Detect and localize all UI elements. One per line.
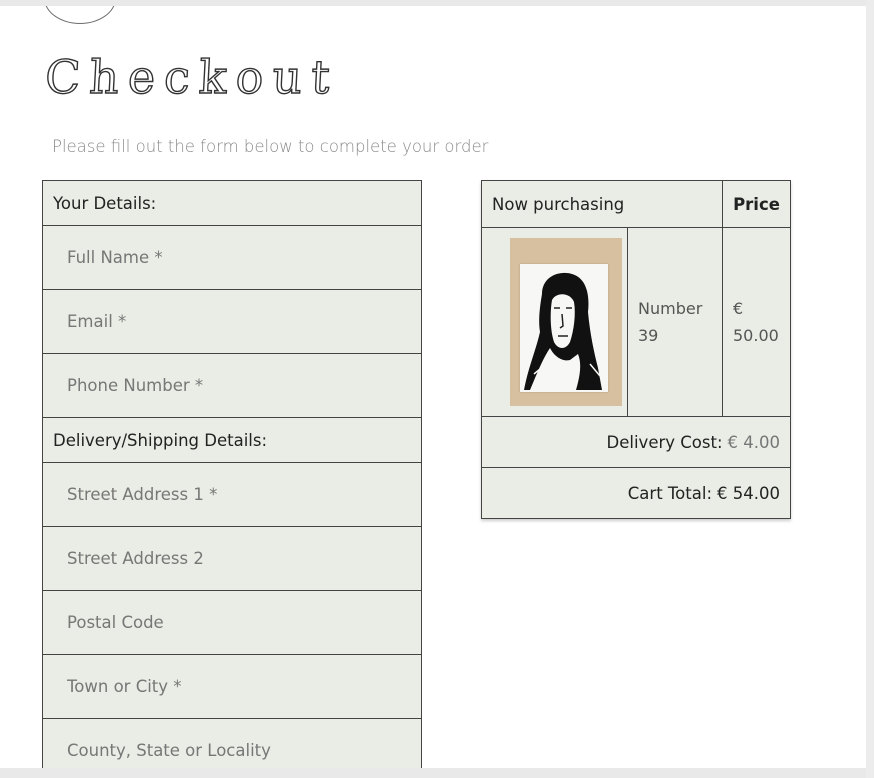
delivery-cost-label: Delivery Cost: (606, 432, 723, 452)
checkout-form: Your Details: Delivery/Shipping Details: (42, 180, 422, 768)
scrollbar[interactable] (866, 0, 874, 778)
email-input[interactable] (43, 290, 421, 353)
phone-row (43, 354, 421, 418)
page-subtitle: Please fill out the form below to comple… (52, 137, 489, 156)
summary-header: Now purchasing Price (482, 181, 790, 228)
email-row (43, 290, 421, 354)
item-price: € 50.00 (733, 299, 779, 345)
delivery-details-label: Delivery/Shipping Details: (43, 418, 421, 463)
item-name: Number 39 (628, 228, 723, 416)
product-image (510, 238, 622, 406)
order-summary: Now purchasing Price Number 39 € 50.00 D… (481, 180, 791, 519)
checkout-page: Checkout Please fill out the form below … (0, 6, 866, 768)
cart-total-row: Cart Total: € 54.00 (482, 468, 790, 518)
site-logo[interactable] (44, 6, 116, 24)
street1-row (43, 463, 421, 527)
county-input[interactable] (43, 719, 421, 768)
portrait-card (520, 264, 608, 392)
county-row (43, 719, 421, 768)
delivery-cost-value: € 4.00 (727, 432, 780, 452)
street-address-2-input[interactable] (43, 527, 421, 590)
cart-item-row: Number 39 € 50.00 (482, 228, 790, 417)
now-purchasing-header: Now purchasing (482, 181, 723, 227)
price-header: Price (733, 194, 780, 214)
postal-row (43, 591, 421, 655)
full-name-input[interactable] (43, 226, 421, 289)
page-title: Checkout (43, 49, 341, 104)
town-row (43, 655, 421, 719)
delivery-cost-row: Delivery Cost: € 4.00 (482, 417, 790, 468)
street2-row (43, 527, 421, 591)
phone-number-input[interactable] (43, 354, 421, 417)
street-address-1-input[interactable] (43, 463, 421, 526)
your-details-label: Your Details: (43, 181, 421, 226)
cart-total-label: Cart Total: (627, 483, 713, 503)
product-image-cell (482, 228, 628, 416)
town-city-input[interactable] (43, 655, 421, 718)
full-name-row (43, 226, 421, 290)
postal-code-input[interactable] (43, 591, 421, 654)
cart-total-value: € 54.00 (717, 483, 780, 503)
portrait-drawing (524, 272, 602, 390)
